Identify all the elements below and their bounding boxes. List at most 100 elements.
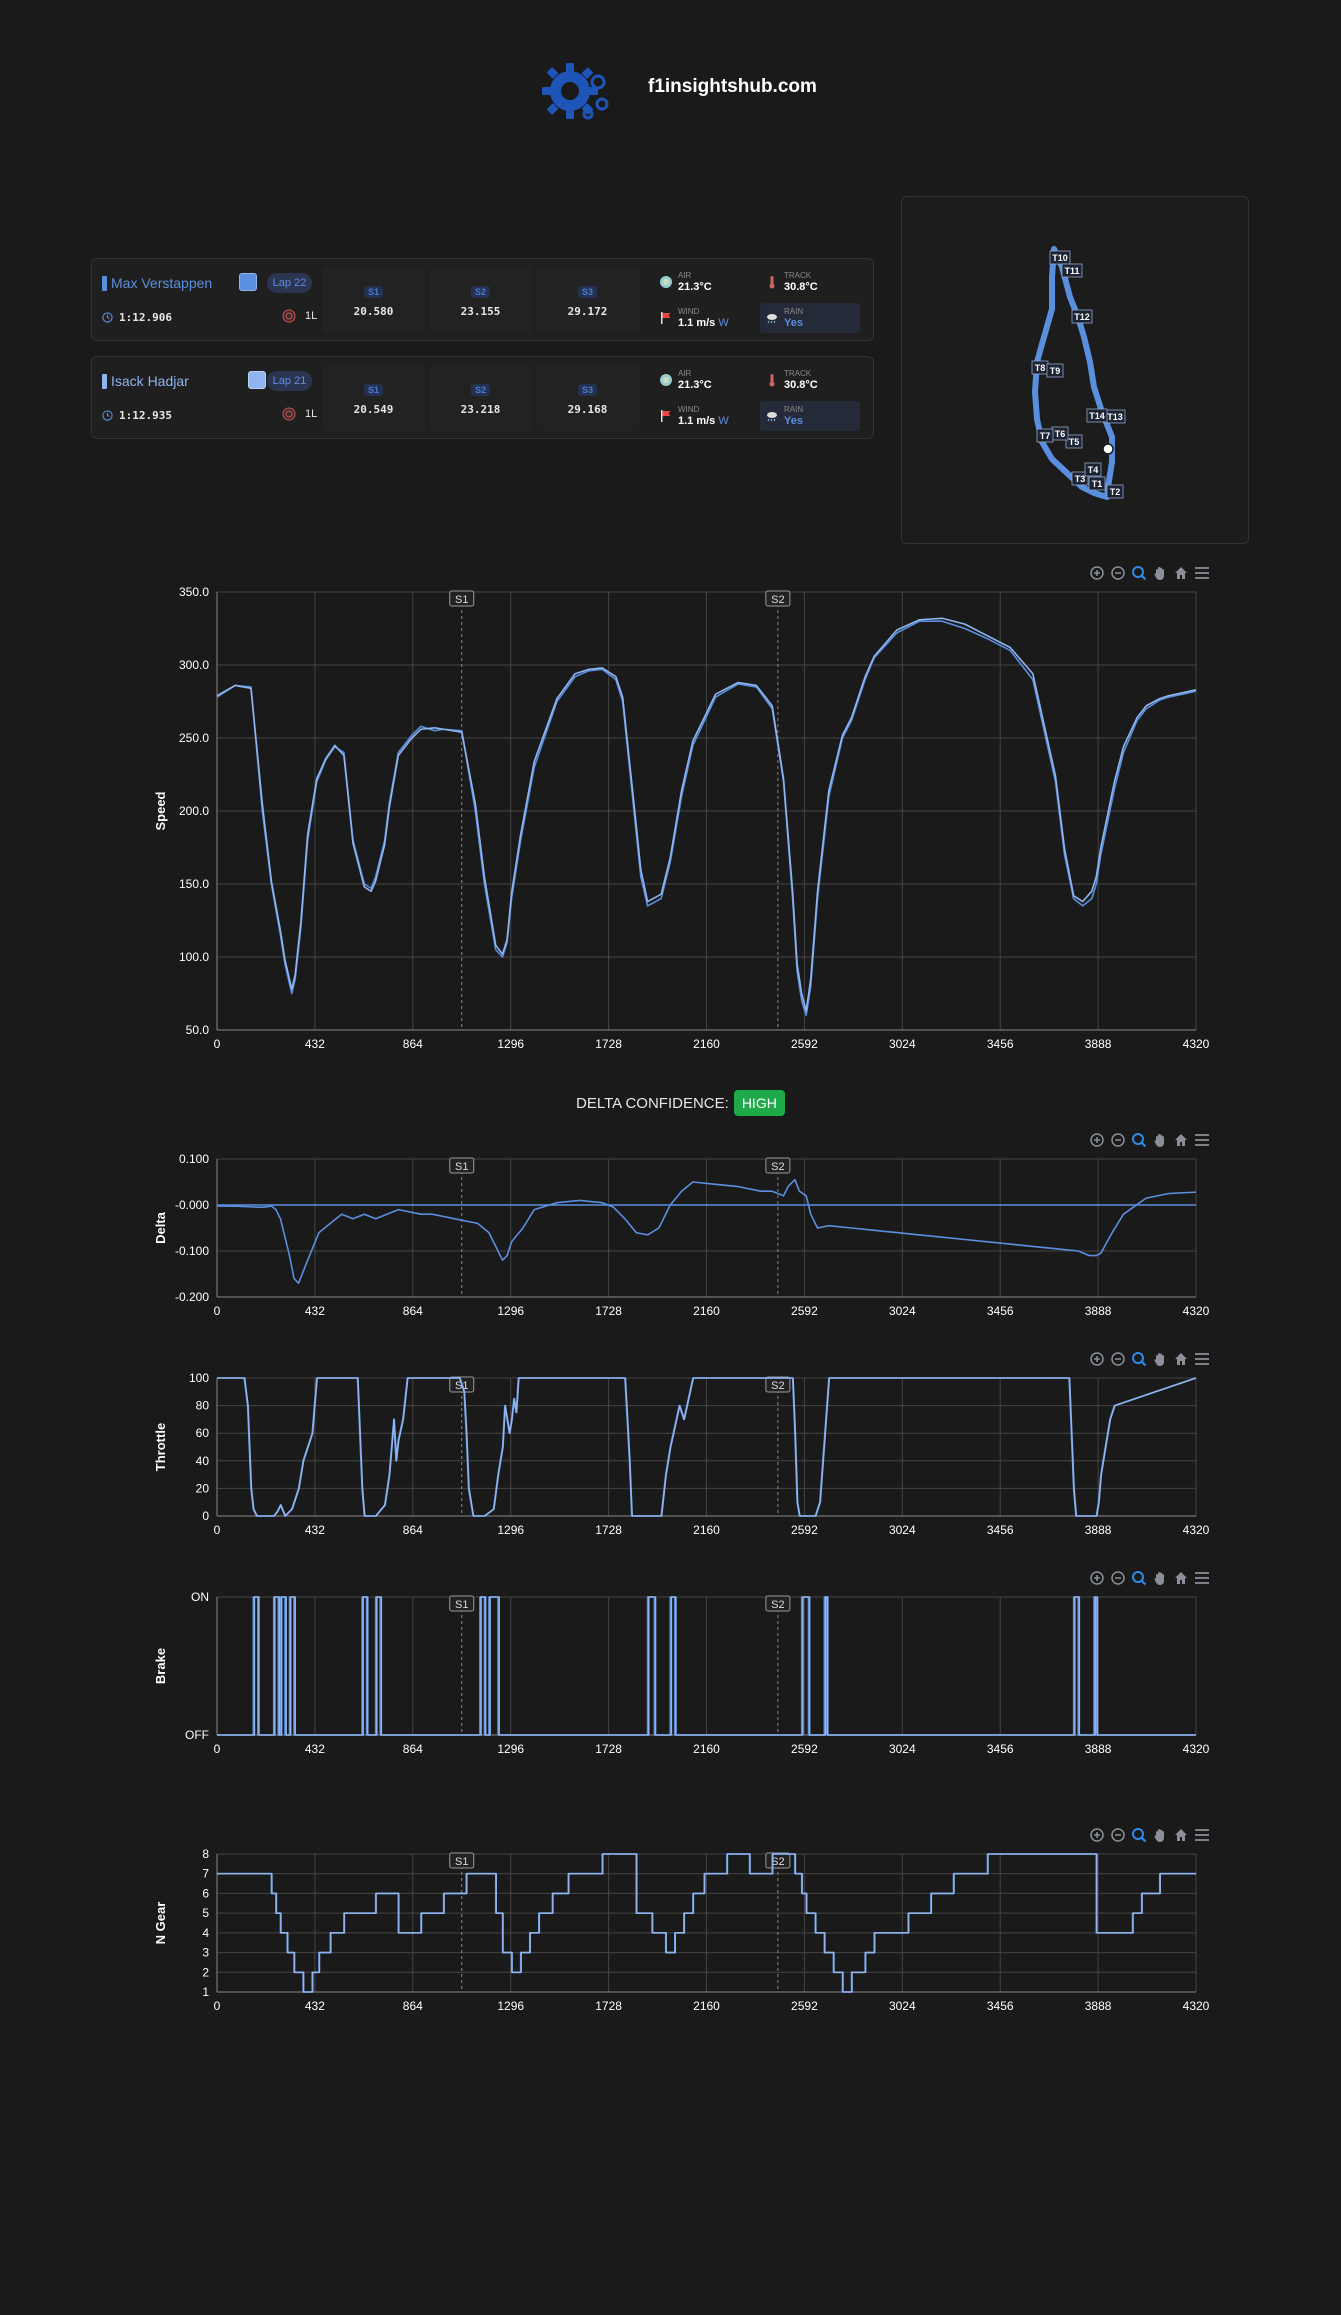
y-tick-label: 60 xyxy=(196,1426,210,1440)
corner-label: T2 xyxy=(1110,487,1121,497)
sector-marker-label: S1 xyxy=(455,1856,468,1868)
zoom-in-icon[interactable] xyxy=(1089,1570,1105,1586)
delta-confidence-label: DELTA CONFIDENCE: xyxy=(576,1094,729,1112)
menu-icon[interactable] xyxy=(1194,565,1210,581)
corner-label: T4 xyxy=(1088,465,1099,475)
pan-hand-icon[interactable] xyxy=(1152,1570,1168,1586)
menu-icon[interactable] xyxy=(1194,1351,1210,1367)
pan-hand-icon[interactable] xyxy=(1152,1827,1168,1843)
x-tick-label: 3888 xyxy=(1085,1037,1112,1051)
track-label: TRACK xyxy=(784,369,812,378)
y-tick-label: -0.200 xyxy=(175,1290,209,1304)
x-tick-label: 864 xyxy=(403,1999,423,2013)
zoom-out-icon[interactable] xyxy=(1110,565,1126,581)
zoom-select-icon[interactable] xyxy=(1131,1827,1147,1843)
track-value: 30.8°C xyxy=(784,379,818,391)
y-tick-label: 1 xyxy=(202,1985,209,1999)
lap-time: 1:12.935 xyxy=(102,409,172,422)
sector-marker-label: S1 xyxy=(455,1161,468,1173)
zoom-select-icon[interactable] xyxy=(1131,1132,1147,1148)
driver-name[interactable]: Max Verstappen xyxy=(102,275,212,291)
air-temp-icon xyxy=(660,374,672,386)
pan-hand-icon[interactable] xyxy=(1152,565,1168,581)
corner-label: T13 xyxy=(1107,412,1123,422)
zoom-in-icon[interactable] xyxy=(1089,1132,1105,1148)
sector-marker-label: S2 xyxy=(771,1599,784,1611)
menu-icon[interactable] xyxy=(1194,1827,1210,1843)
x-tick-label: 432 xyxy=(305,1523,325,1537)
reset-home-icon[interactable] xyxy=(1173,1351,1189,1367)
pan-hand-icon[interactable] xyxy=(1152,1132,1168,1148)
speed-chart[interactable]: 0 432 864 1296 1728 2160 2592 3024 3456 3888 4320 5… xyxy=(140,565,1260,1055)
air-label: AIR xyxy=(678,369,692,378)
zoom-select-icon[interactable] xyxy=(1131,1570,1147,1586)
x-tick-label: 0 xyxy=(214,1037,221,1051)
y-tick-label: 0.100 xyxy=(179,1152,209,1166)
track-temp: TRACK 30.8°C xyxy=(760,267,860,297)
air-value: 21.3°C xyxy=(678,281,712,293)
chart-toolbar xyxy=(1089,1132,1210,1148)
x-tick-label: 4320 xyxy=(1183,1523,1210,1537)
zoom-out-icon[interactable] xyxy=(1110,1570,1126,1586)
x-tick-label: 1728 xyxy=(595,1304,622,1318)
air-value: 21.3°C xyxy=(678,379,712,391)
track-map[interactable]: T1 T2 T3 T4 T5 T6 T7 T8 T9 T10 T11 T12 T13 T14 xyxy=(901,196,1249,544)
chart-toolbar xyxy=(1089,1827,1210,1843)
sector-time: 23.218 xyxy=(460,403,501,416)
site-logo[interactable] xyxy=(540,56,616,126)
x-tick-label: 864 xyxy=(403,1037,423,1051)
lap-badge[interactable]: Lap 21 xyxy=(267,371,312,391)
wind-flag-icon xyxy=(661,312,671,324)
track-value: 30.8°C xyxy=(784,281,818,293)
zoom-in-icon[interactable] xyxy=(1089,1351,1105,1367)
brake-chart-svg: 0 432 864 1296 1728 2160 2592 3024 3456 3888 4320 O… xyxy=(153,1590,1210,1756)
driver-name[interactable]: Isack Hadjar xyxy=(102,373,189,389)
zoom-in-icon[interactable] xyxy=(1089,565,1105,581)
zoom-select-icon[interactable] xyxy=(1131,565,1147,581)
wind-flag-icon xyxy=(661,410,671,422)
x-tick-label: 3888 xyxy=(1085,1742,1112,1756)
zoom-in-icon[interactable] xyxy=(1089,1827,1105,1843)
wind-direction: W xyxy=(718,317,729,329)
driver-color-swatch[interactable] xyxy=(239,273,257,291)
reset-home-icon[interactable] xyxy=(1173,1132,1189,1148)
delta-chart[interactable]: 0 432 864 1296 1728 2160 2592 3024 3456 3888 4320 -… xyxy=(140,1132,1260,1324)
x-tick-label: 432 xyxy=(305,1742,325,1756)
driver-color-bar xyxy=(102,373,107,389)
x-tick-label: 1296 xyxy=(497,1999,524,2013)
corner-label: T14 xyxy=(1089,411,1105,421)
reset-home-icon[interactable] xyxy=(1173,1827,1189,1843)
throttle-chart[interactable]: 0 432 864 1296 1728 2160 2592 3024 3456 3888 4320 0… xyxy=(140,1351,1260,1543)
zoom-out-icon[interactable] xyxy=(1110,1132,1126,1148)
zoom-out-icon[interactable] xyxy=(1110,1827,1126,1843)
wind-value: 1.1 m/s W xyxy=(678,415,729,427)
y-tick-label: ON xyxy=(191,1590,209,1604)
menu-icon[interactable] xyxy=(1194,1132,1210,1148)
gear-chart[interactable]: 0 432 864 1296 1728 2160 2592 3024 3456 3888 4320 1… xyxy=(140,1827,1260,2019)
x-tick-label: 3456 xyxy=(987,1304,1014,1318)
wind-label: WIND xyxy=(678,405,700,414)
zoom-out-icon[interactable] xyxy=(1110,1351,1126,1367)
y-tick-label: 7 xyxy=(202,1867,209,1881)
brake-chart[interactable]: 0 432 864 1296 1728 2160 2592 3024 3456 3888 4320 O… xyxy=(140,1570,1260,1762)
chart-toolbar xyxy=(1089,565,1210,581)
rain-cloud-icon xyxy=(767,412,777,422)
tyre-icon xyxy=(282,407,296,421)
sector-1: S1 20.549 xyxy=(322,365,425,431)
x-tick-label: 4320 xyxy=(1183,1037,1210,1051)
lap-badge[interactable]: Lap 22 xyxy=(267,273,312,293)
driver-color-swatch[interactable] xyxy=(248,371,266,389)
menu-icon[interactable] xyxy=(1194,1570,1210,1586)
y-tick-label: 100 xyxy=(189,1371,209,1385)
wind: WIND 1.1 m/s W xyxy=(654,303,754,333)
zoom-select-icon[interactable] xyxy=(1131,1351,1147,1367)
site-name[interactable]: f1insightshub.com xyxy=(648,76,817,98)
sector-marker-label: S2 xyxy=(771,594,784,606)
reset-home-icon[interactable] xyxy=(1173,565,1189,581)
y-axis-label: Brake xyxy=(153,1648,168,1684)
y-tick-label: 4 xyxy=(202,1926,209,1940)
reset-home-icon[interactable] xyxy=(1173,1570,1189,1586)
pan-hand-icon[interactable] xyxy=(1152,1351,1168,1367)
y-tick-label: 6 xyxy=(202,1886,209,1900)
wind-value: 1.1 m/s W xyxy=(678,317,729,329)
